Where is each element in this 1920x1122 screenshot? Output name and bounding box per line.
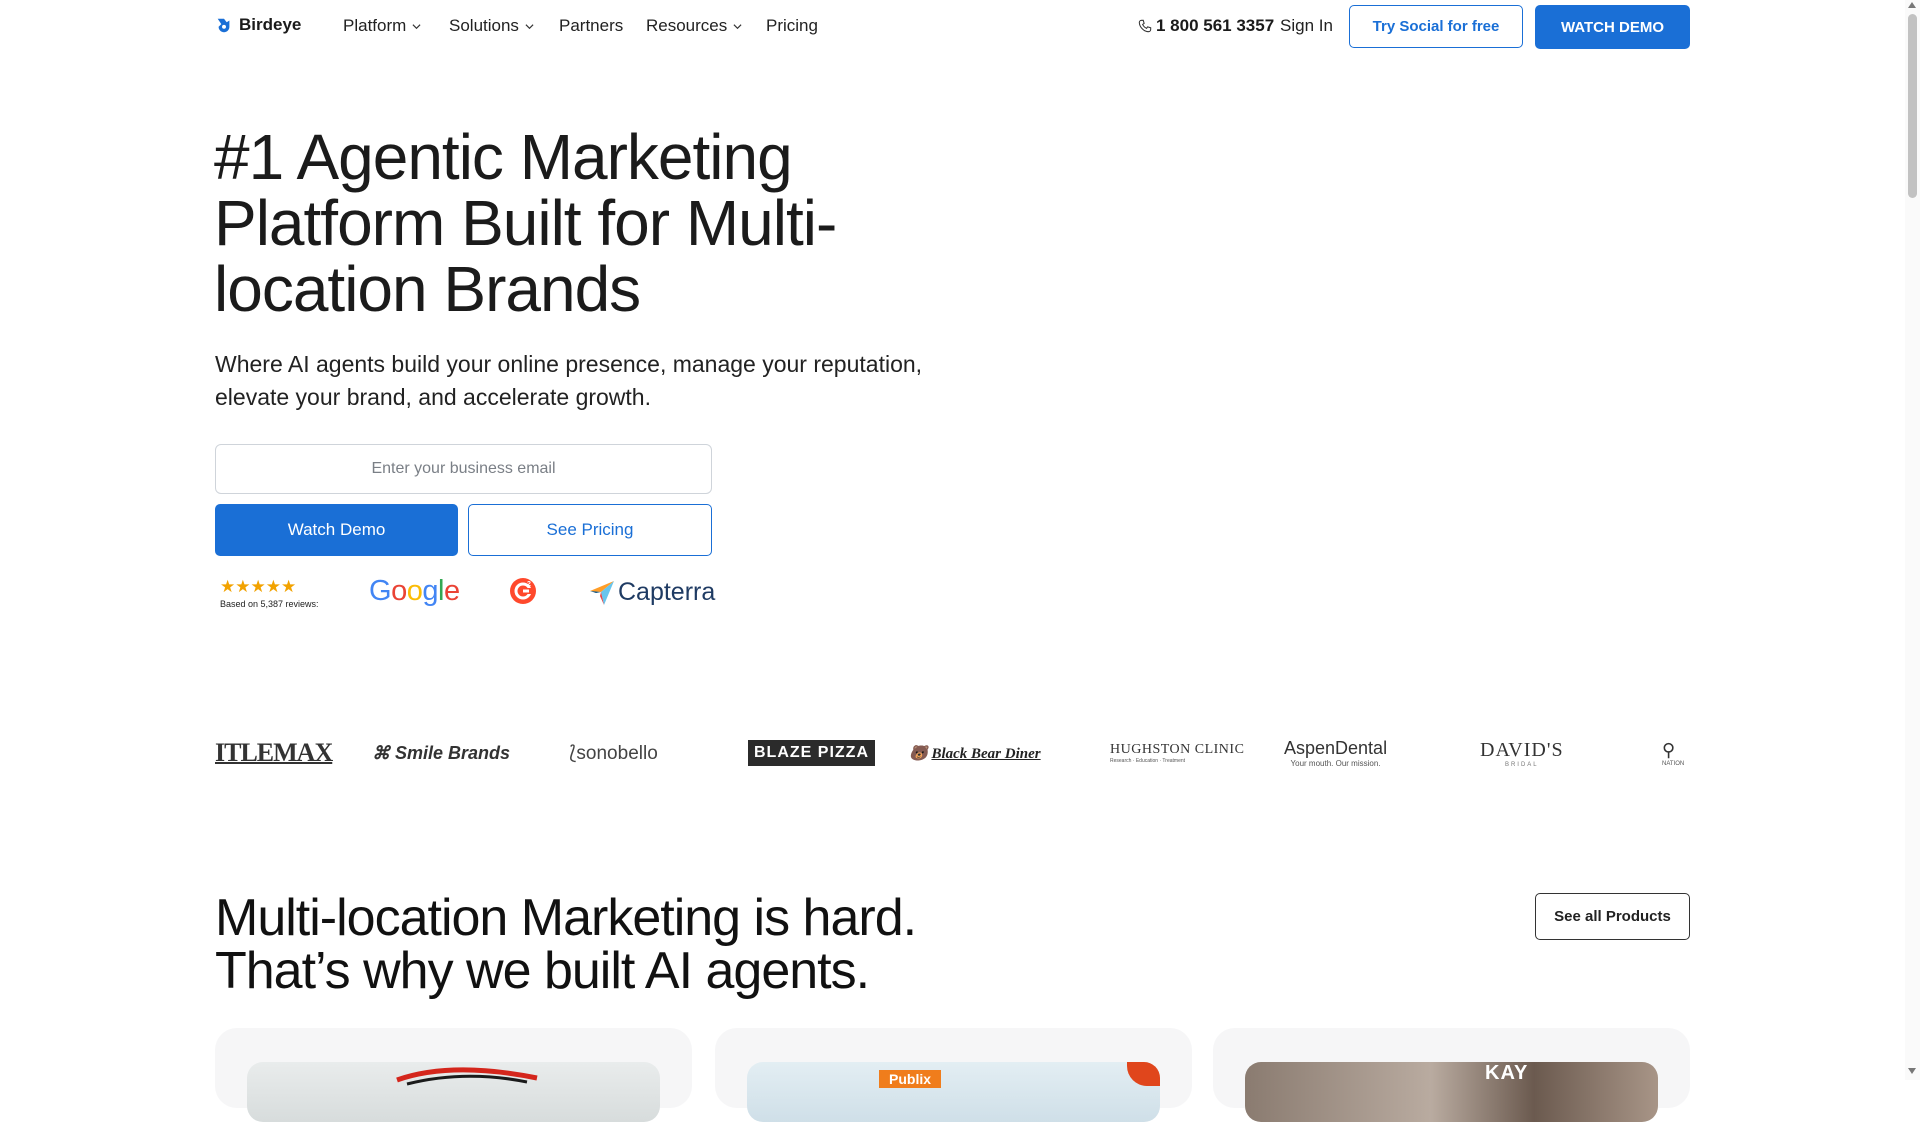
nav-pricing[interactable]: Pricing — [766, 16, 818, 36]
see-pricing-button[interactable]: See Pricing — [468, 504, 712, 556]
brand-hughston-clinic-logo: HUGHSTON CLINIC Research · Education · T… — [1110, 742, 1245, 764]
watch-demo-nav-button[interactable]: WATCH DEMO — [1535, 5, 1690, 49]
watch-demo-button[interactable]: Watch Demo — [215, 504, 458, 556]
chevron-down-icon — [412, 23, 421, 29]
chevron-down-icon — [733, 23, 742, 29]
phone-icon — [1138, 19, 1152, 33]
svg-text:2: 2 — [527, 581, 531, 588]
scroll-down-arrow-icon[interactable] — [1908, 1068, 1916, 1074]
rating-text: Based on 5,387 reviews: — [220, 599, 319, 609]
hero-subtitle: Where AI agents build your online presen… — [215, 351, 923, 410]
brand-aspen-dental-logo: AspenDental Your mouth. Our mission. — [1284, 738, 1388, 768]
review-rating: ★★★★★ Based on 5,387 reviews: — [220, 577, 319, 609]
customer-logos-strip: ITLEMAX ⌘ Smile Brands ⟅sonobello BLAZE … — [215, 728, 1690, 778]
brand-black-bear-diner-logo: 🐻 Black Bear Diner — [909, 745, 1041, 762]
scroll-up-arrow-icon[interactable] — [1908, 2, 1916, 8]
g2-logo-icon: 2 — [510, 578, 536, 604]
brand-sonobello-logo: ⟅sonobello — [569, 742, 658, 764]
nav-platform-label: Platform — [343, 16, 407, 35]
card-publix-sign: Publix — [879, 1070, 942, 1088]
nav-solutions-label: Solutions — [449, 16, 519, 35]
hero-title: #1 Agentic Marketing Platform Built for … — [214, 121, 837, 325]
section-title-line1: Multi-location Marketing is hard. — [215, 889, 917, 947]
nav-solutions[interactable]: Solutions — [449, 16, 534, 36]
try-social-button[interactable]: Try Social for free — [1349, 5, 1523, 48]
nav-platform[interactable]: Platform — [343, 16, 421, 36]
capterra-logo: Capterra — [589, 578, 715, 607]
nav-resources[interactable]: Resources — [646, 16, 742, 36]
product-card-image: KAY — [1245, 1062, 1658, 1122]
card-kay-sign: KAY — [1485, 1062, 1529, 1084]
product-card[interactable]: Publix — [715, 1028, 1192, 1122]
sign-in-link[interactable]: Sign In — [1280, 16, 1333, 36]
card-illustration — [396, 1067, 538, 1086]
chevron-down-icon — [525, 23, 534, 29]
nav-partners[interactable]: Partners — [559, 16, 623, 36]
product-card[interactable] — [215, 1028, 692, 1122]
brand-davids-bridal-logo: DAVID'S BRIDAL — [1480, 738, 1564, 768]
brand-smile-brands-logo: ⌘ Smile Brands — [372, 742, 511, 763]
google-logo: Google — [369, 575, 460, 607]
nav-pricing-label: Pricing — [766, 16, 818, 35]
logo-text: Birdeye — [239, 15, 302, 34]
top-navigation: Birdeye Platform Solutions Partners Reso… — [0, 0, 1905, 54]
birdeye-logo-icon — [217, 18, 230, 33]
nav-partners-label: Partners — [559, 16, 624, 35]
card-orange-shape — [1127, 1062, 1160, 1086]
phone-link[interactable]: 1 800 561 3357 — [1138, 16, 1274, 36]
phone-number: 1 800 561 3357 — [1156, 16, 1275, 35]
product-card-image — [247, 1062, 660, 1122]
section-title: Multi-location Marketing is hard. That’s… — [215, 892, 1115, 998]
brand-titlemax-logo: ITLEMAX — [215, 738, 333, 767]
business-email-input[interactable] — [215, 444, 712, 494]
brand-nation-logo: ⚲ NATION — [1662, 739, 1685, 767]
section-title-line2: That’s why we built AI agents. — [215, 942, 870, 1000]
birdeye-logo[interactable]: Birdeye — [215, 15, 301, 35]
see-all-products-button[interactable]: See all Products — [1535, 893, 1690, 940]
product-card-image: Publix — [747, 1062, 1160, 1122]
product-card[interactable]: KAY — [1213, 1028, 1690, 1122]
capterra-arrow-icon — [590, 580, 614, 605]
rating-stars: ★★★★★ — [220, 577, 297, 596]
scrollbar-thumb[interactable] — [1908, 14, 1917, 198]
brand-blaze-pizza-logo: BLAZE PIZZA — [748, 728, 875, 778]
nav-resources-label: Resources — [646, 16, 728, 35]
